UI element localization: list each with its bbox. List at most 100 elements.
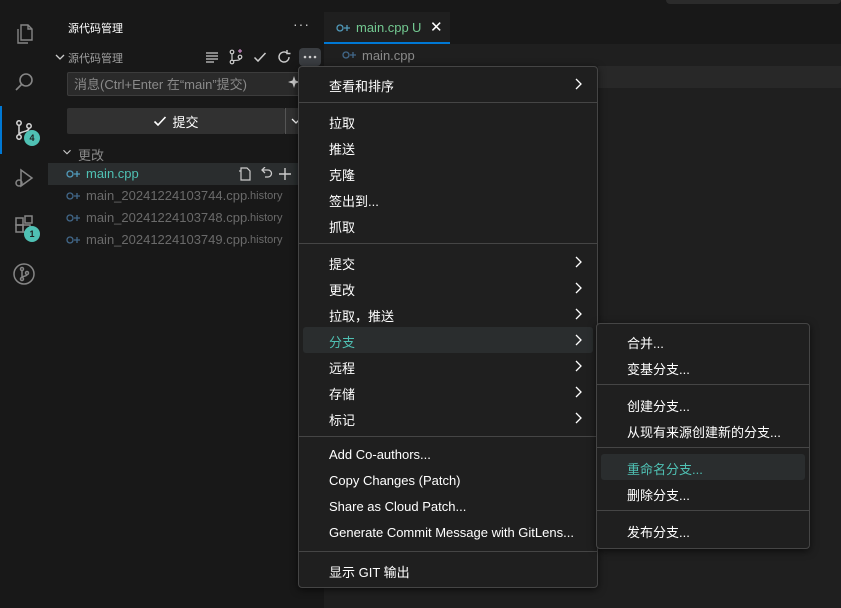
sidebar-title: 源代码管理 (68, 23, 123, 35)
menu-item-label: 拉取 (329, 116, 356, 131)
tab-label: main.cpp (356, 20, 409, 35)
commit-message-input[interactable]: 消息(Ctrl+Enter 在“main”提交) (67, 72, 303, 96)
close-icon[interactable]: ✕ (430, 18, 443, 36)
menu-item-label: Copy Changes (Patch) (329, 473, 461, 488)
stage-plus-icon[interactable] (278, 167, 292, 181)
run-debug-icon[interactable] (0, 154, 48, 202)
menu-item-stash[interactable]: 存储 (303, 379, 593, 405)
extensions-badge: 1 (24, 226, 40, 242)
more-actions-button[interactable] (299, 48, 321, 66)
menu-item-label: 签出到... (329, 194, 379, 209)
menu-item-view-sort[interactable]: 查看和排序 (303, 71, 593, 97)
tab-main-cpp[interactable]: main.cpp U ✕ (324, 12, 450, 44)
menu-item-share-cloud-patch[interactable]: Share as Cloud Patch... (303, 494, 593, 520)
menu-item-add-coauthors[interactable]: Add Co-authors... (303, 442, 593, 468)
file-name: main.cpp (86, 166, 139, 181)
menu-item-show-git-output[interactable]: 显示 GIT 输出 (303, 557, 593, 583)
menu-item-label: 查看和排序 (329, 79, 395, 94)
menu-item-label: 合并... (627, 336, 664, 351)
menu-item-label: 抓取 (329, 220, 356, 235)
chevron-right-icon (575, 282, 582, 294)
file-row-history-1[interactable]: main_20241224103744.cpp .history (48, 185, 324, 207)
section-label: 源代码管理 (68, 53, 123, 65)
git-graph-icon[interactable] (0, 250, 48, 298)
file-name: main_20241224103744.cpp (86, 188, 248, 203)
menu-separator (597, 510, 809, 511)
file-row-history-2[interactable]: main_20241224103748.cpp .history (48, 207, 324, 229)
discard-icon[interactable] (259, 167, 273, 181)
menu-item-branch[interactable]: 分支 (303, 327, 593, 353)
submenu-item-publish-branch[interactable]: 发布分支... (601, 517, 805, 543)
menu-item-fetch[interactable]: 抓取 (303, 212, 593, 238)
view-list-icon[interactable] (203, 48, 221, 66)
editor-current-line (598, 66, 841, 88)
commit-button-label: 提交 (172, 114, 199, 130)
submenu-item-merge[interactable]: 合并... (601, 328, 805, 354)
menu-item-push[interactable]: 推送 (303, 134, 593, 160)
explorer-icon[interactable] (0, 10, 48, 58)
changes-label: 更改 (78, 148, 105, 163)
menu-item-label: 提交 (329, 257, 356, 272)
search-icon[interactable] (0, 58, 48, 106)
menu-item-label: 重命名分支... (627, 462, 703, 477)
cpp-file-icon (342, 51, 356, 59)
menu-item-pull-push[interactable]: 拉取，推送 (303, 301, 593, 327)
menu-item-pull[interactable]: 拉取 (303, 108, 593, 134)
extensions-icon[interactable]: 1 (0, 202, 48, 250)
chevron-right-icon (575, 386, 582, 398)
refresh-icon[interactable] (275, 48, 293, 66)
graph-compare-icon[interactable] (227, 48, 245, 66)
menu-separator (299, 436, 597, 437)
menu-separator (299, 551, 597, 552)
menu-item-copy-changes[interactable]: Copy Changes (Patch) (303, 468, 593, 494)
submenu-item-delete-branch[interactable]: 删除分支... (601, 480, 805, 506)
source-control-icon[interactable]: 4 (0, 106, 48, 154)
file-path: .history (247, 190, 283, 202)
menu-item-generate-commit-message[interactable]: Generate Commit Message with GitLens... (303, 520, 593, 546)
menu-item-label: 删除分支... (627, 488, 690, 503)
chevron-right-icon (575, 360, 582, 372)
menu-item-label: 更改 (329, 283, 356, 298)
menu-item-label: 推送 (329, 142, 356, 157)
menu-item-clone[interactable]: 克隆 (303, 160, 593, 186)
sidebar-more-icon[interactable]: ··· (293, 16, 310, 32)
activity-bar: 4 1 (0, 0, 48, 608)
breadcrumb-item[interactable]: main.cpp (362, 48, 415, 63)
changes-section-header[interactable]: 更改 (48, 142, 324, 163)
cpp-file-icon (66, 214, 80, 222)
menu-separator (597, 384, 809, 385)
menu-item-checkout[interactable]: 签出到... (303, 186, 593, 212)
file-row-history-3[interactable]: main_20241224103749.cpp .history (48, 229, 324, 251)
chevron-down-icon (55, 54, 65, 60)
menu-item-commit[interactable]: 提交 (303, 249, 593, 275)
cpp-file-icon (66, 236, 80, 244)
file-name: main_20241224103749.cpp (86, 232, 248, 247)
commit-button[interactable]: 提交 (67, 108, 285, 134)
file-path: .history (247, 212, 283, 224)
menu-separator (299, 102, 597, 103)
menu-item-label: Generate Commit Message with GitLens... (329, 525, 574, 540)
menu-item-label: 从现有来源创建新的分支... (627, 425, 781, 440)
menu-item-label: Add Co-authors... (329, 447, 431, 462)
menu-separator (597, 447, 809, 448)
check-icon (154, 116, 167, 127)
menu-item-label: 创建分支... (627, 399, 690, 414)
menu-item-label: 分支 (329, 335, 356, 350)
menu-item-changes[interactable]: 更改 (303, 275, 593, 301)
submenu-item-rename-branch[interactable]: 重命名分支... (601, 454, 805, 480)
file-row-main[interactable]: main.cpp (48, 163, 324, 185)
menu-item-remote[interactable]: 远程 (303, 353, 593, 379)
submenu-item-rebase[interactable]: 变基分支... (601, 354, 805, 380)
cpp-file-icon (336, 24, 350, 32)
menu-item-label: 显示 GIT 输出 (329, 565, 410, 580)
submenu-item-create-branch[interactable]: 创建分支... (601, 391, 805, 417)
menu-item-label: 标记 (329, 413, 356, 428)
chevron-down-icon (63, 149, 71, 155)
menu-item-tags[interactable]: 标记 (303, 405, 593, 431)
submenu-item-create-branch-from[interactable]: 从现有来源创建新的分支... (601, 417, 805, 443)
chevron-right-icon (575, 334, 582, 346)
scm-badge: 4 (24, 130, 40, 146)
open-file-icon[interactable] (238, 167, 252, 181)
commit-check-icon[interactable] (251, 48, 269, 66)
menu-item-label: Share as Cloud Patch... (329, 499, 467, 514)
